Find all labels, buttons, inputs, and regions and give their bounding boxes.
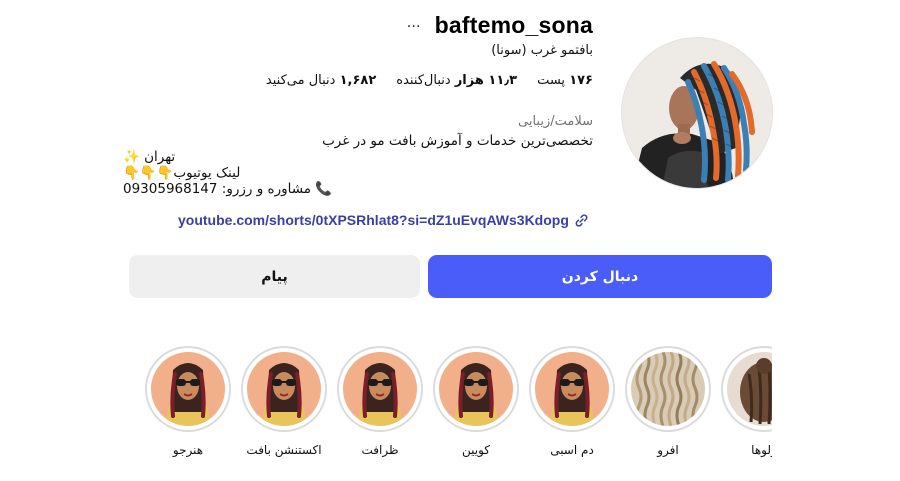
girl-sunglasses-braids (247, 352, 321, 426)
profile-stats: ۱۷۶ پست ۱۱٫۳ هزار دنبال‌کننده ۱,۶۸۲ دنبا… (113, 73, 593, 88)
highlight-label: افرو (657, 443, 679, 457)
highlight-item[interactable]: افرو (620, 340, 716, 457)
highlight-label: ولوها (751, 443, 772, 457)
highlight-label: کویین (461, 443, 490, 457)
highlight-item[interactable]: هنرجو (140, 340, 236, 457)
bio-line-3: لینک یوتیوب👇👇👇 (123, 165, 241, 181)
following-count[interactable]: ۱,۶۸۲ دنبال می‌کنید (266, 73, 376, 88)
bio-line-4: 📞 مشاوره و رزرو: 09305968147 (123, 181, 333, 197)
more-options-icon[interactable]: … (407, 15, 421, 31)
highlight-label: ظرافت (361, 443, 399, 457)
highlight-item[interactable]: اکستنشن بافت (236, 340, 332, 457)
followers-value: ۱۱٫۳ هزار (454, 73, 518, 88)
profile-avatar[interactable] (621, 37, 773, 189)
highlight-label: دم اسبی (550, 443, 594, 457)
posts-value: ۱۷۶ (569, 73, 593, 88)
highlight-ring (625, 346, 711, 432)
posts-label: پست (537, 73, 566, 88)
highlight-item[interactable]: ظرافت (332, 340, 428, 457)
followers-count[interactable]: ۱۱٫۳ هزار دنبال‌کننده (396, 73, 517, 88)
highlight-item[interactable]: کویین (428, 340, 524, 457)
bio-link[interactable]: youtube.com/shorts/0tXPSRhlat8?si=dZ1uEv… (178, 212, 589, 228)
following-value: ۱,۶۸۲ (339, 73, 377, 88)
followers-label: دنبال‌کننده (396, 73, 451, 88)
girl-sunglasses-braids (151, 352, 225, 426)
highlight-ring (529, 346, 615, 432)
highlight-label: اکستنشن بافت (246, 443, 322, 457)
bio-line-2: تهران ✨ (123, 149, 176, 165)
username: baftemo_sona (434, 11, 593, 38)
follow-button[interactable]: دنبال کردن (428, 255, 772, 298)
message-button[interactable]: پیام (129, 255, 420, 298)
highlight-label: هنرجو (172, 443, 204, 457)
profile-header: baftemo_sona … بافتمو غرب (سونا) ۱۷۶ پست… (113, 10, 593, 130)
highlight-item[interactable]: دم اسبی (524, 340, 620, 457)
full-name: بافتمو غرب (سونا) (491, 43, 593, 58)
highlight-ring (145, 346, 231, 432)
bio-link-text[interactable]: youtube.com/shorts/0tXPSRhlat8?si=dZ1uEv… (178, 212, 569, 228)
highlight-item[interactable]: ولوها (716, 340, 772, 457)
girl-sunglasses-braids (535, 352, 609, 426)
bio-line-1: تخصصی‌ترین خدمات و آموزش بافت مو در غرب (322, 133, 593, 149)
profile-category: سلامت/زیبایی (518, 114, 593, 129)
link-icon (575, 213, 588, 227)
posts-count[interactable]: ۱۷۶ پست (537, 73, 593, 88)
braids-back-photo (727, 352, 772, 426)
following-label: دنبال می‌کنید (265, 73, 336, 88)
username-row: baftemo_sona … (113, 10, 593, 40)
highlight-ring (433, 346, 519, 432)
avatar-image (622, 38, 772, 188)
highlight-ring (337, 346, 423, 432)
profile-page: baftemo_sona … بافتمو غرب (سونا) ۱۷۶ پست… (0, 0, 900, 481)
highlight-ring (721, 346, 772, 432)
crimped-hair-photo (631, 352, 705, 426)
highlight-ring (241, 346, 327, 432)
girl-sunglasses-braids (343, 352, 417, 426)
profile-bio: تخصصی‌ترین خدمات و آموزش بافت مو در غرب … (123, 133, 593, 197)
girl-sunglasses-braids (439, 352, 513, 426)
story-highlights: ولوها (129, 340, 772, 470)
